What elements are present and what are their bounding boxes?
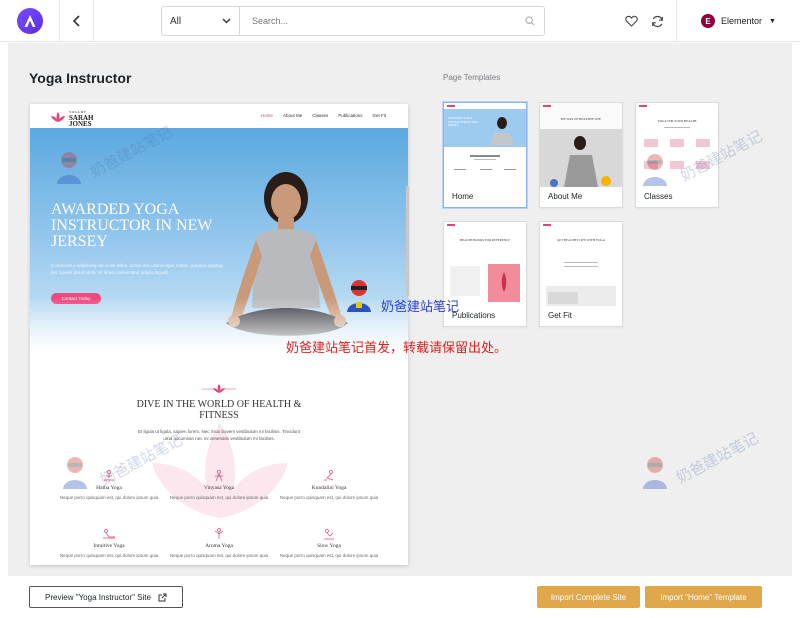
class-name: Intuitive Yoga [93,543,125,549]
hero-text: Consectetur adipiscing elit ut elit tell… [51,263,224,275]
import-template-button[interactable]: Import "Home" Template [645,586,762,608]
ornament-divider-icon [202,384,236,393]
astra-logo-icon[interactable] [16,7,43,34]
category-select[interactable]: All [162,7,240,35]
main-content: Yoga Instructor Page Templates YOGA BY S… [8,43,792,576]
preview-site-button[interactable]: Preview "Yoga Instructor" Site [29,586,183,608]
hero-cloud-fade [30,298,408,358]
thumb-home-heading: AWARDED YOGA INSTRUCTOR IN NEW JERSEY [448,116,479,128]
import-complete-site-button[interactable]: Import Complete Site [537,586,640,608]
template-card-about-me[interactable]: MY WAY OF HEALTHY LIFE About Me [539,102,623,208]
yoga-pose-icon [215,470,223,482]
page-builder-label: Elementor [721,16,763,26]
class-item: Intuitive Yoga Neque porro quisquam est,… [54,528,164,559]
class-item: Aroma Yoga Neque porro quisquam est, qui… [164,528,274,559]
yoga-pose-icon [214,528,224,539]
class-item: Hatha Yoga Neque porro quisquam est, qui… [54,470,164,501]
site-preview[interactable]: YOGA BY SARAH JONES Home About Me Classe… [30,104,408,565]
thumb-getfit-heading: GET HEALTHY LIFE WITH YOGA [556,238,606,242]
chevron-down-icon [222,18,231,24]
template-name: Publications [452,311,496,320]
class-name: Aroma Yoga [205,543,233,549]
class-item: Slow Yoga Neque porro quisquam est, qui … [274,528,384,559]
preview-menu-item: Classes [312,113,329,118]
preview-navbar: YOGA BY SARAH JONES Home About Me Classe… [30,104,408,128]
yoga-pose-icon [324,529,334,540]
class-description: Neque porro quisquam est, qui dolore ips… [169,495,269,500]
search-bar: All [161,6,545,36]
sync-refresh-icon[interactable] [647,11,667,31]
class-description: Neque porro quisquam est, qui dolore ips… [279,553,379,558]
class-name: Kundalini Yoga [311,485,347,491]
preview-menu: Home About Me Classes Publications Get F… [261,113,386,118]
search-input[interactable] [240,7,516,35]
app-logo-cell [0,0,60,42]
class-item: Kundalini Yoga Neque porro quisquam est,… [274,470,384,501]
yoga-pose-icon [324,470,334,481]
elementor-icon: E [701,14,715,28]
class-description: Neque porro quisquam est, qui dolore ips… [279,495,379,500]
class-description: Neque porro quisquam est, qui dolore ips… [59,495,159,500]
class-description: Neque porro quisquam est, qui dolore ips… [169,553,269,558]
section-title: DIVE IN THE WORLD OF HEALTH & FITNESS [136,399,302,421]
class-name: Slow Yoga [317,543,341,549]
template-thumbnail: GET HEALTHY LIFE WITH YOGA [540,222,622,306]
thumb-pub-heading: HEALTH BOOKS FOR REFERENCE [459,238,511,242]
class-name: Hatha Yoga [96,485,122,491]
class-description: Neque porro quisquam est, qui dolore ips… [59,553,159,558]
preview-menu-item: About Me [282,113,303,118]
site-title: Yoga Instructor [29,70,132,86]
category-select-value: All [170,15,182,27]
thumb-about-heading: MY WAY OF HEALTHY LIFE [560,117,602,121]
template-thumbnail: YOGA FOR YOUR HEALTH [636,103,718,187]
lotus-logo-icon [51,112,65,122]
template-card-publications[interactable]: HEALTH BOOKS FOR REFERENCE Publications [443,221,527,327]
chevron-left-icon [72,14,80,27]
preview-scrollbar[interactable] [406,186,409,296]
back-button[interactable] [60,0,94,42]
template-name: Get Fit [548,311,573,320]
template-card-home[interactable]: AWARDED YOGA INSTRUCTOR IN NEW JERSEY Ho… [443,102,527,208]
search-icon[interactable] [516,7,544,35]
preview-menu-item: Home [260,113,273,118]
preview-menu-item: Publications [338,113,363,118]
preview-menu-item: Get Fit [372,113,386,118]
section-subtitle: Et ligula ut ligula, sapien lorem. Nec r… [137,429,301,441]
template-card-classes[interactable]: YOGA FOR YOUR HEALTH Classes [635,102,719,208]
preview-logo-line2: JONES [69,120,92,128]
preview-logo: YOGA BY SARAH JONES [50,109,94,128]
preview-classes-section: DIVE IN THE WORLD OF HEALTH & FITNESS Et… [30,358,408,565]
yoga-pose-icon [104,470,114,481]
template-card-get-fit[interactable]: GET HEALTHY LIFE WITH YOGA Get Fit [539,221,623,327]
hero-title: AWARDED YOGA INSTRUCTOR IN NEW JERSEY [51,201,213,250]
class-name: Vinyasa Yoga [203,485,235,491]
thumb-classes-heading: YOGA FOR YOUR HEALTH [657,119,697,123]
page-builder-select[interactable]: E Elementor ▼ [676,0,800,42]
page-templates-label: Page Templates [443,73,501,82]
caret-down-icon: ▼ [769,17,776,25]
preview-site-button-label: Preview "Yoga Instructor" Site [45,592,151,602]
template-thumbnail: AWARDED YOGA INSTRUCTOR IN NEW JERSEY [444,103,526,187]
template-thumbnail: MY WAY OF HEALTHY LIFE [540,103,622,187]
template-name: About Me [548,192,583,201]
external-link-icon [158,593,167,601]
yoga-pose-icon [103,529,115,539]
class-item: Vinyasa Yoga Neque porro quisquam est, q… [164,470,274,501]
template-thumbnail: HEALTH BOOKS FOR REFERENCE [444,222,526,306]
preview-hero: AWARDED YOGA INSTRUCTOR IN NEW JERSEY Co… [30,128,408,358]
favorites-heart-icon[interactable] [621,11,641,31]
template-name: Home [452,192,474,201]
template-name: Classes [644,192,673,201]
